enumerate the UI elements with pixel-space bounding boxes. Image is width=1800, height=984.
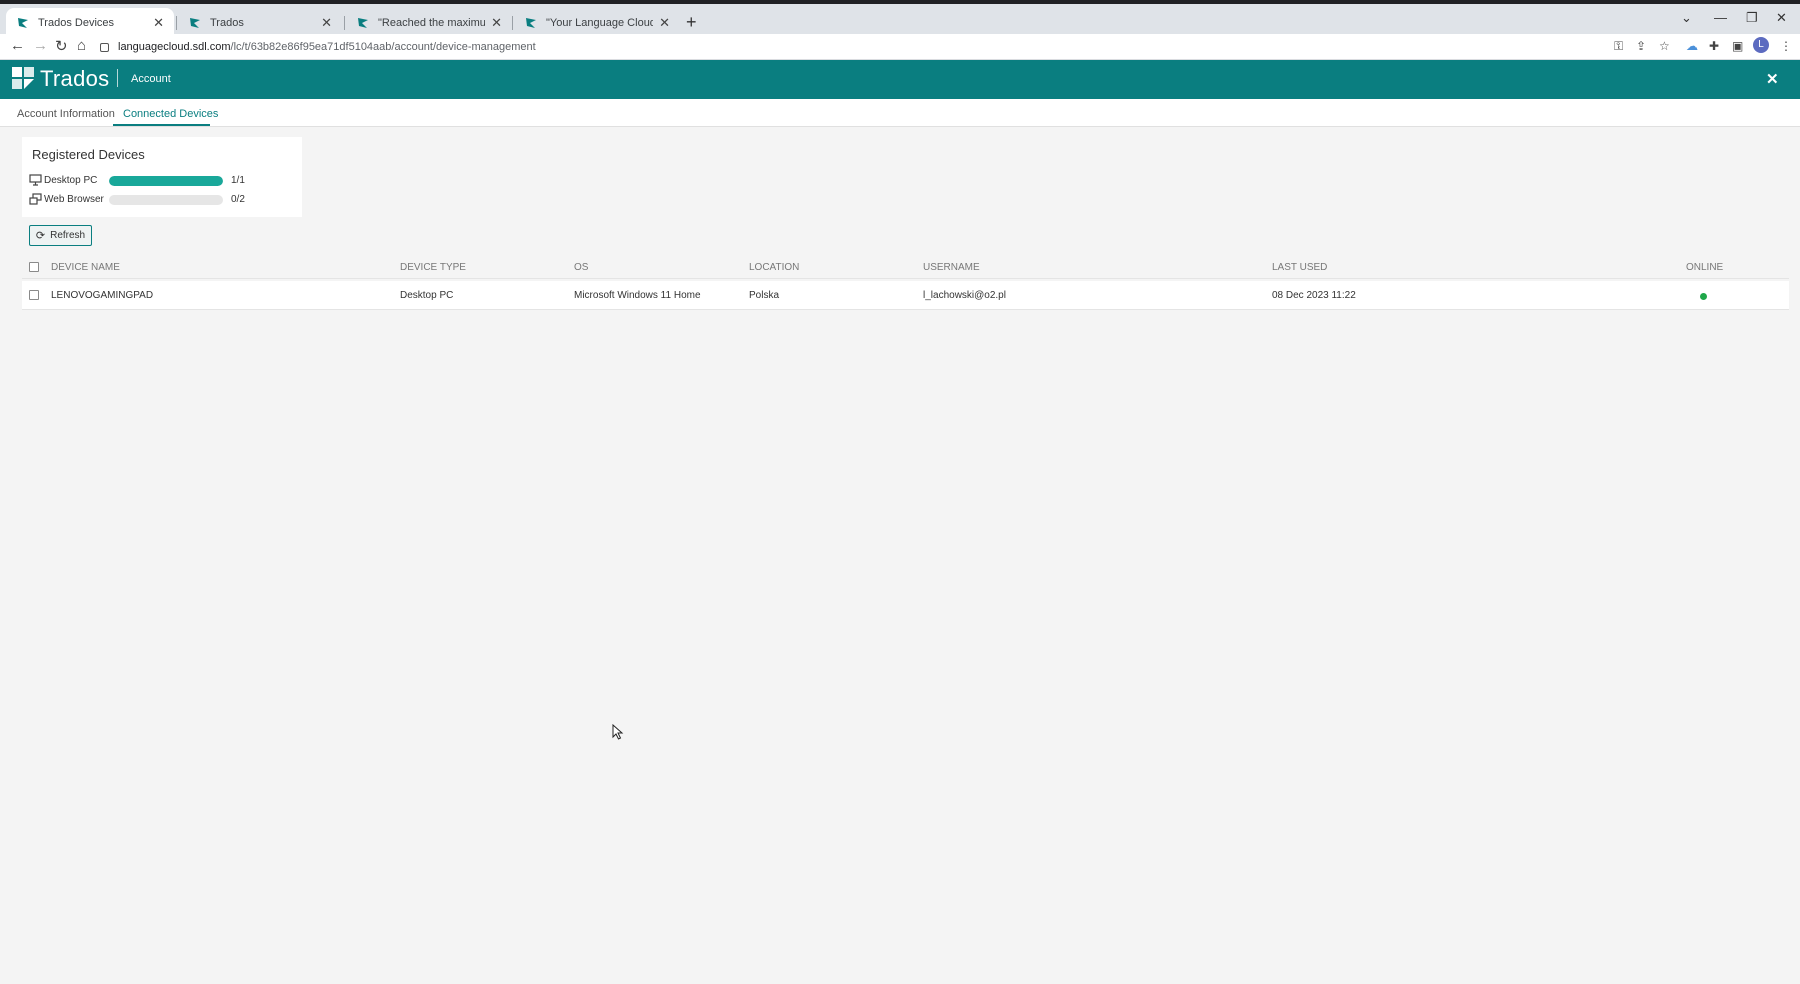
back-arrow-icon[interactable]: ← <box>10 37 25 54</box>
bookmark-star-icon[interactable]: ☆ <box>1659 39 1670 53</box>
profile-avatar[interactable]: L <box>1753 37 1769 53</box>
header-divider <box>117 69 118 87</box>
refresh-icon: ⟳ <box>35 230 46 242</box>
tab-search-chevron-icon[interactable]: ⌄ <box>1681 10 1692 26</box>
tab-title: "Your Language Cloud account <box>546 17 654 29</box>
cell-username: l_lachowski@o2.pl <box>923 290 1006 301</box>
tab-title: "Reached the maximum allowe <box>378 17 486 29</box>
mouse-cursor-icon <box>612 724 624 740</box>
row-checkbox[interactable] <box>29 290 39 300</box>
usage-progress-fill <box>109 176 223 186</box>
minimize-icon[interactable]: — <box>1714 10 1727 25</box>
cell-os: Microsoft Windows 11 Home <box>574 290 701 301</box>
header-location[interactable]: LOCATION <box>749 262 799 273</box>
select-all-checkbox[interactable] <box>29 262 39 272</box>
reload-icon[interactable]: ↻ <box>55 37 68 55</box>
trados-favicon-icon <box>358 18 368 28</box>
registered-devices-title: Registered Devices <box>32 147 145 162</box>
cell-device-type: Desktop PC <box>400 290 454 301</box>
browser-toolbar: ← → ↻ ⌂ languagecloud.sdl.com/lc/t/63b82… <box>0 34 1800 60</box>
tab-title: Trados Devices <box>38 17 115 29</box>
tab-title: Trados <box>210 17 244 29</box>
cloud-extension-icon[interactable]: ☁ <box>1686 39 1698 53</box>
brand-name: Trados <box>40 66 110 91</box>
trados-favicon-icon <box>18 18 28 28</box>
device-type-label: Web Browser <box>44 194 104 205</box>
close-icon[interactable]: ✕ <box>491 15 502 31</box>
forward-arrow-icon[interactable]: → <box>33 37 48 54</box>
address-bar[interactable]: languagecloud.sdl.com/lc/t/63b82e86f95ea… <box>100 36 1660 58</box>
header-username[interactable]: USERNAME <box>923 262 980 273</box>
header-os[interactable]: OS <box>574 262 588 273</box>
browser-windows-icon <box>29 193 42 205</box>
registered-row-desktop: Desktop PC 1/1 <box>29 174 299 188</box>
menu-kebab-icon[interactable]: ⋮ <box>1780 39 1792 53</box>
usage-progress-bar <box>109 195 223 205</box>
device-type-label: Desktop PC <box>44 175 98 186</box>
new-tab-plus-icon[interactable]: + <box>686 12 697 33</box>
registered-row-web-browser: Web Browser 0/2 <box>29 193 299 207</box>
key-icon[interactable]: ⚿ <box>1614 39 1623 54</box>
refresh-label: Refresh <box>50 230 86 241</box>
usage-count: 1/1 <box>231 175 245 186</box>
app-header: Trados Account ✕ <box>0 60 1800 99</box>
trados-logo-icon[interactable] <box>11 66 35 90</box>
header-device-type[interactable]: DEVICE TYPE <box>400 262 466 273</box>
header-device-name[interactable]: DEVICE NAME <box>51 262 120 273</box>
header-last-used[interactable]: LAST USED <box>1272 262 1327 273</box>
window-close-icon[interactable]: ✕ <box>1776 10 1787 26</box>
url-path: /lc/t/63b82e86f95ea71df5104aab/account/d… <box>230 41 536 53</box>
registered-devices-card: Registered Devices Desktop PC 1/1 Web Br… <box>22 137 302 217</box>
restore-icon[interactable]: ❐ <box>1746 10 1758 26</box>
tab-account-information[interactable]: Account Information <box>17 108 115 120</box>
usage-progress-bar <box>109 176 223 186</box>
active-tab-indicator <box>113 124 210 126</box>
lock-icon <box>100 42 109 52</box>
cell-device-name: LENOVOGAMINGPAD <box>51 290 154 301</box>
tab-separator <box>176 16 177 30</box>
desktop-icon <box>29 174 42 186</box>
close-icon[interactable]: ✕ <box>321 15 332 31</box>
tab-separator <box>344 16 345 30</box>
header-online[interactable]: ONLINE <box>1686 262 1723 273</box>
header-section-title: Account <box>131 73 171 85</box>
account-subtabs: Account Information Connected Devices <box>0 99 1800 127</box>
close-icon[interactable]: ✕ <box>1766 70 1779 88</box>
cell-last-used: 08 Dec 2023 11:22 <box>1272 290 1356 301</box>
trados-favicon-icon <box>526 18 536 28</box>
share-icon[interactable]: ⇪ <box>1636 39 1646 53</box>
online-status-dot <box>1700 293 1707 300</box>
close-icon[interactable]: ✕ <box>153 15 164 31</box>
home-icon[interactable]: ⌂ <box>77 37 86 54</box>
cell-location: Polska <box>749 290 780 301</box>
refresh-button[interactable]: ⟳ Refresh <box>29 225 92 246</box>
tab-connected-devices[interactable]: Connected Devices <box>123 108 218 120</box>
table-header-row: DEVICE NAME DEVICE TYPE OS LOCATION USER… <box>22 255 1789 279</box>
table-row[interactable]: LENOVOGAMINGPAD Desktop PC Microsoft Win… <box>22 281 1789 310</box>
extensions-puzzle-icon[interactable]: ✚ <box>1709 39 1719 53</box>
tab-separator <box>512 16 513 30</box>
close-icon[interactable]: ✕ <box>659 15 670 31</box>
trados-favicon-icon <box>190 18 200 28</box>
url-host: languagecloud.sdl.com <box>118 41 231 53</box>
usage-count: 0/2 <box>231 194 245 205</box>
side-panel-icon[interactable]: ▣ <box>1732 39 1743 53</box>
browser-tabstrip: Trados Devices ✕ Trados ✕ "Reached the m… <box>0 0 1800 38</box>
